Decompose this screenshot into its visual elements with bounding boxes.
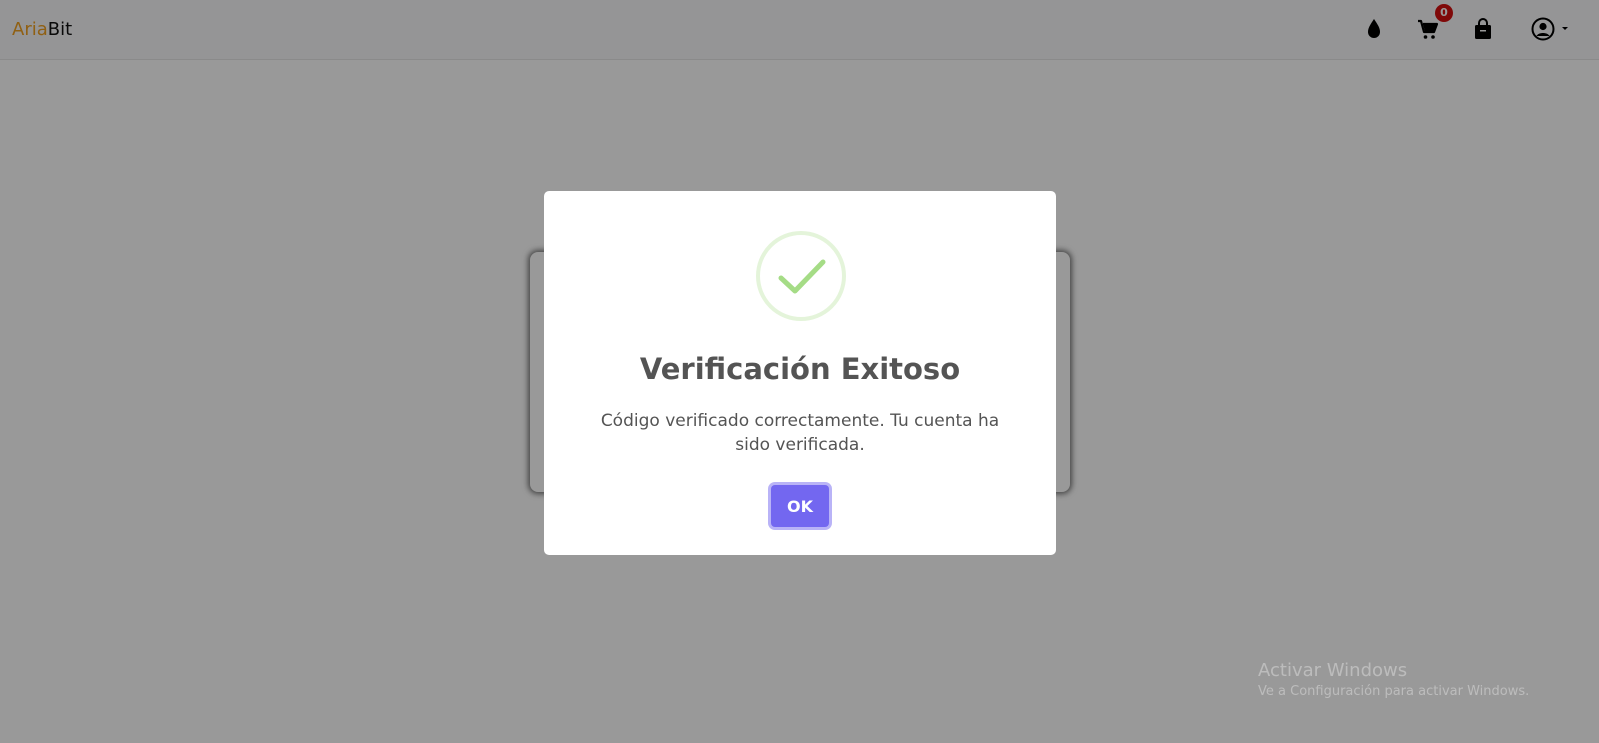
windows-activation-watermark: Activar Windows Ve a Configuración para … xyxy=(1258,660,1529,702)
dialog-title: Verificación Exitoso xyxy=(639,352,961,386)
success-check-icon xyxy=(756,231,846,321)
ok-button[interactable]: OK xyxy=(771,485,829,527)
dialog-message: Código verificado correctamente. Tu cuen… xyxy=(600,411,1000,455)
watermark-subtitle: Ve a Configuración para activar Windows. xyxy=(1258,684,1530,699)
success-dialog: Verificación Exitoso Código verificado c… xyxy=(544,191,1056,555)
watermark-title: Activar Windows xyxy=(1258,660,1408,681)
